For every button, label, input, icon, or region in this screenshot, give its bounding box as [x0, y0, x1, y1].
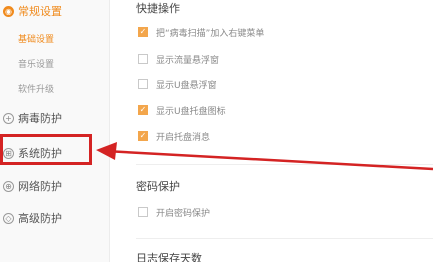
- annotation-arrow: [96, 142, 433, 171]
